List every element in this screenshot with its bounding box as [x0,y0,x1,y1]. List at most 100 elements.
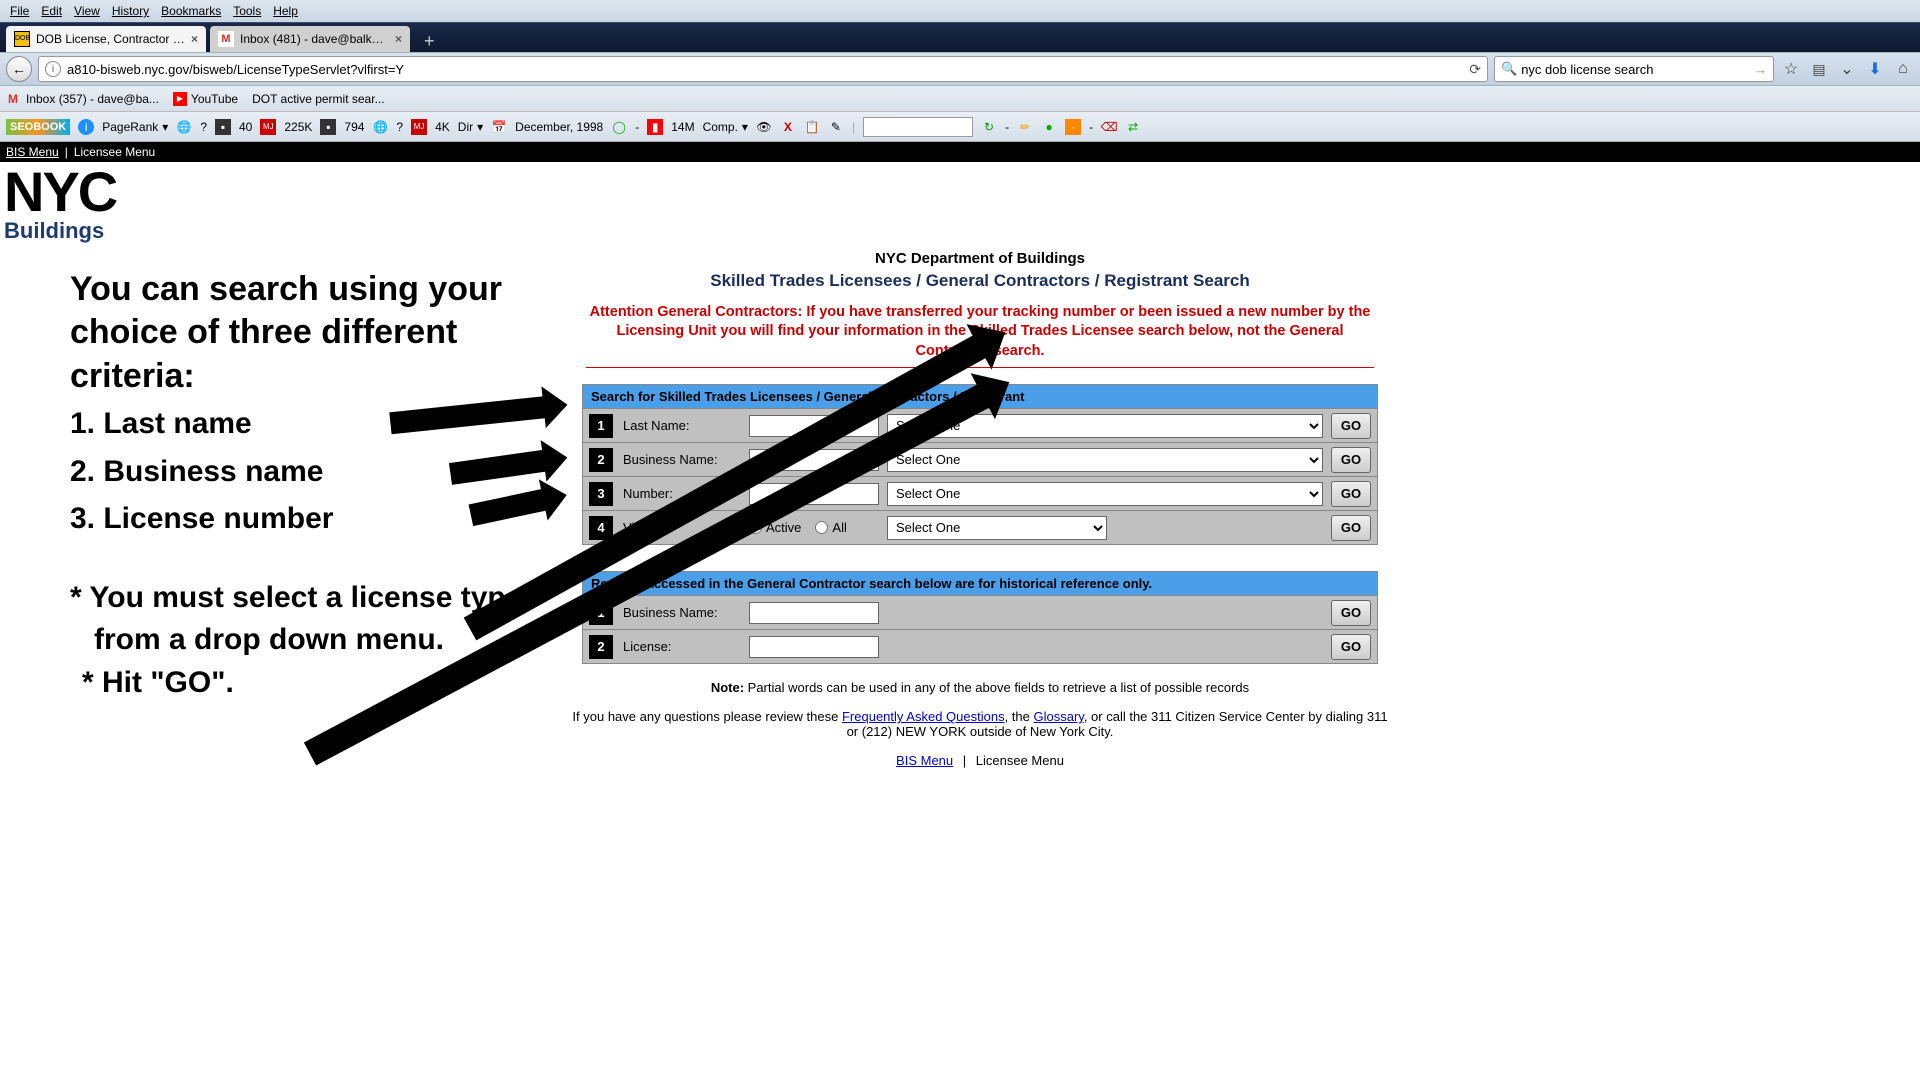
browser-tab[interactable]: M Inbox (481) - dave@balkan... × [210,26,410,52]
row-label: Last Name: [619,418,749,433]
bookmarks-toolbar: M Inbox (357) - dave@ba... ▶ YouTube DOT… [0,86,1920,112]
radio-label: All [832,520,846,535]
pagerank-chip[interactable]: PageRank ▾ [102,120,168,134]
search-row-businessname: 2 Business Name: Select One GO [583,442,1377,476]
dept-subheading: Skilled Trades Licensees / General Contr… [570,271,1390,291]
logo-area: NYC Buildings [0,162,1920,246]
dob-favicon-icon: DOB [14,31,30,47]
x-red-icon[interactable]: X [780,119,796,135]
bookmark-star-icon[interactable]: ☆ [1780,58,1802,80]
seo-4k: 4K [435,120,450,134]
eye-icon[interactable]: 👁 [756,119,772,135]
url-bar[interactable]: i ⟳ [38,56,1488,82]
glossary-link[interactable]: Glossary [1034,709,1084,724]
tab-close-icon[interactable]: × [191,32,198,46]
browser-search-box[interactable]: 🔍 → [1494,56,1774,82]
home-icon[interactable]: ⌂ [1892,58,1914,80]
dir-chip[interactable]: Dir ▾ [458,120,483,134]
view-all-radio[interactable] [815,521,828,534]
flag-icon: ▮ [647,119,663,135]
number-type-select[interactable]: Select One [887,482,1323,506]
bookmark-youtube[interactable]: ▶ YouTube [173,92,238,106]
nyc-logo-subtitle: Buildings [4,218,1916,244]
go-button[interactable]: GO [1331,515,1371,541]
info-icon[interactable]: i [78,119,94,135]
gmail-icon: M [8,92,22,106]
row-number: 2 [589,635,613,659]
pocket-icon[interactable]: ⌄ [1836,58,1858,80]
go-button[interactable]: GO [1331,634,1371,660]
site-info-icon[interactable]: i [45,61,61,77]
menu-history[interactable]: History [106,2,155,20]
seo-q2: ? [396,120,403,134]
back-button[interactable]: ← [6,56,32,82]
menu-tools[interactable]: Tools [227,2,267,20]
bookmark-dot-permit[interactable]: DOT active permit sear... [252,92,385,106]
highlighter-icon[interactable]: ✏ [1017,119,1033,135]
menu-edit[interactable]: Edit [35,2,68,20]
seobook-logo-icon[interactable]: SEOBOOK [6,119,70,135]
nyc-logo-icon: NYC [4,168,1916,216]
refresh-icon[interactable]: ↻ [981,119,997,135]
bookmark-label: YouTube [191,92,238,106]
seo-225k: 225K [284,120,312,134]
go-button[interactable]: GO [1331,413,1371,439]
menu-bookmarks[interactable]: Bookmarks [155,2,227,20]
footer-nav: BIS Menu | Licensee Menu [570,753,1390,768]
seo-794: 794 [344,120,364,134]
calendar-icon: 📅 [491,119,507,135]
note-icon[interactable]: 📋 [804,119,820,135]
browser-search-input[interactable] [1521,62,1754,77]
search-icon: 🔍 [1501,61,1517,77]
library-icon[interactable]: ▤ [1808,58,1830,80]
view-type-select[interactable]: Select One [887,516,1107,540]
faq-link[interactable]: Frequently Asked Questions [842,709,1005,724]
rss-icon[interactable]: · [1065,119,1081,135]
search-go-icon[interactable]: → [1754,62,1767,77]
stat2-icon: ▪ [320,119,336,135]
stat-icon: ▪ [215,119,231,135]
gc-license-input[interactable] [749,636,879,658]
bookmark-inbox[interactable]: M Inbox (357) - dave@ba... [8,92,159,106]
search-row-lastname: 1 Last Name: Select One GO [583,408,1377,442]
menu-file[interactable]: File [4,2,35,20]
licensee-menu-label: Licensee Menu [74,145,155,159]
downloads-icon[interactable]: ⬇ [1864,58,1886,80]
seo-40: 40 [239,120,252,134]
tab-title: DOB License, Contractor S... [36,32,185,46]
leaf-icon[interactable]: ● [1041,119,1057,135]
bookmark-label: DOT active permit sear... [252,92,385,106]
gc-historical-block: Records accessed in the General Contract… [582,571,1378,664]
row-number: 2 [589,448,613,472]
nav-separator: | [65,145,68,159]
go-button[interactable]: GO [1331,447,1371,473]
new-tab-button[interactable]: + [414,31,445,52]
gc-businessname-input[interactable] [749,602,879,624]
sync-icon[interactable]: ⇄ [1125,119,1141,135]
row-label: Business Name: [619,605,749,620]
browser-tab-active[interactable]: DOB DOB License, Contractor S... × [6,26,206,52]
url-input[interactable] [67,62,1465,77]
comp-chip[interactable]: Comp. ▾ [703,120,748,134]
nav-separator: | [963,753,966,768]
seo-toolbar: SEOBOOK i PageRank ▾ 🌐 ? ▪ 40 MJ 225K ▪ … [0,112,1920,142]
reload-icon[interactable]: ⟳ [1469,61,1481,78]
edit-icon[interactable]: ✎ [828,119,844,135]
seo-search-input[interactable] [863,117,973,137]
help-text: If you have any questions please review … [570,709,1390,739]
footer-bis-link[interactable]: BIS Menu [896,753,953,768]
bookmark-label: Inbox (357) - dave@ba... [26,92,159,106]
link-break-icon[interactable]: ⌫ [1101,119,1117,135]
dept-heading: NYC Department of Buildings [570,250,1390,267]
go-button[interactable]: GO [1331,481,1371,507]
menu-view[interactable]: View [68,2,106,20]
businessname-type-select[interactable]: Select One [887,448,1323,472]
menu-help[interactable]: Help [267,2,304,20]
globe2-icon[interactable]: 🌐 [372,119,388,135]
seo-14m: 14M [671,120,694,134]
mj2-icon: MJ [411,119,427,135]
tab-close-icon[interactable]: × [395,32,402,46]
go-button[interactable]: GO [1331,600,1371,626]
bis-menu-link[interactable]: BIS Menu [6,145,59,159]
globe-icon[interactable]: 🌐 [176,119,192,135]
